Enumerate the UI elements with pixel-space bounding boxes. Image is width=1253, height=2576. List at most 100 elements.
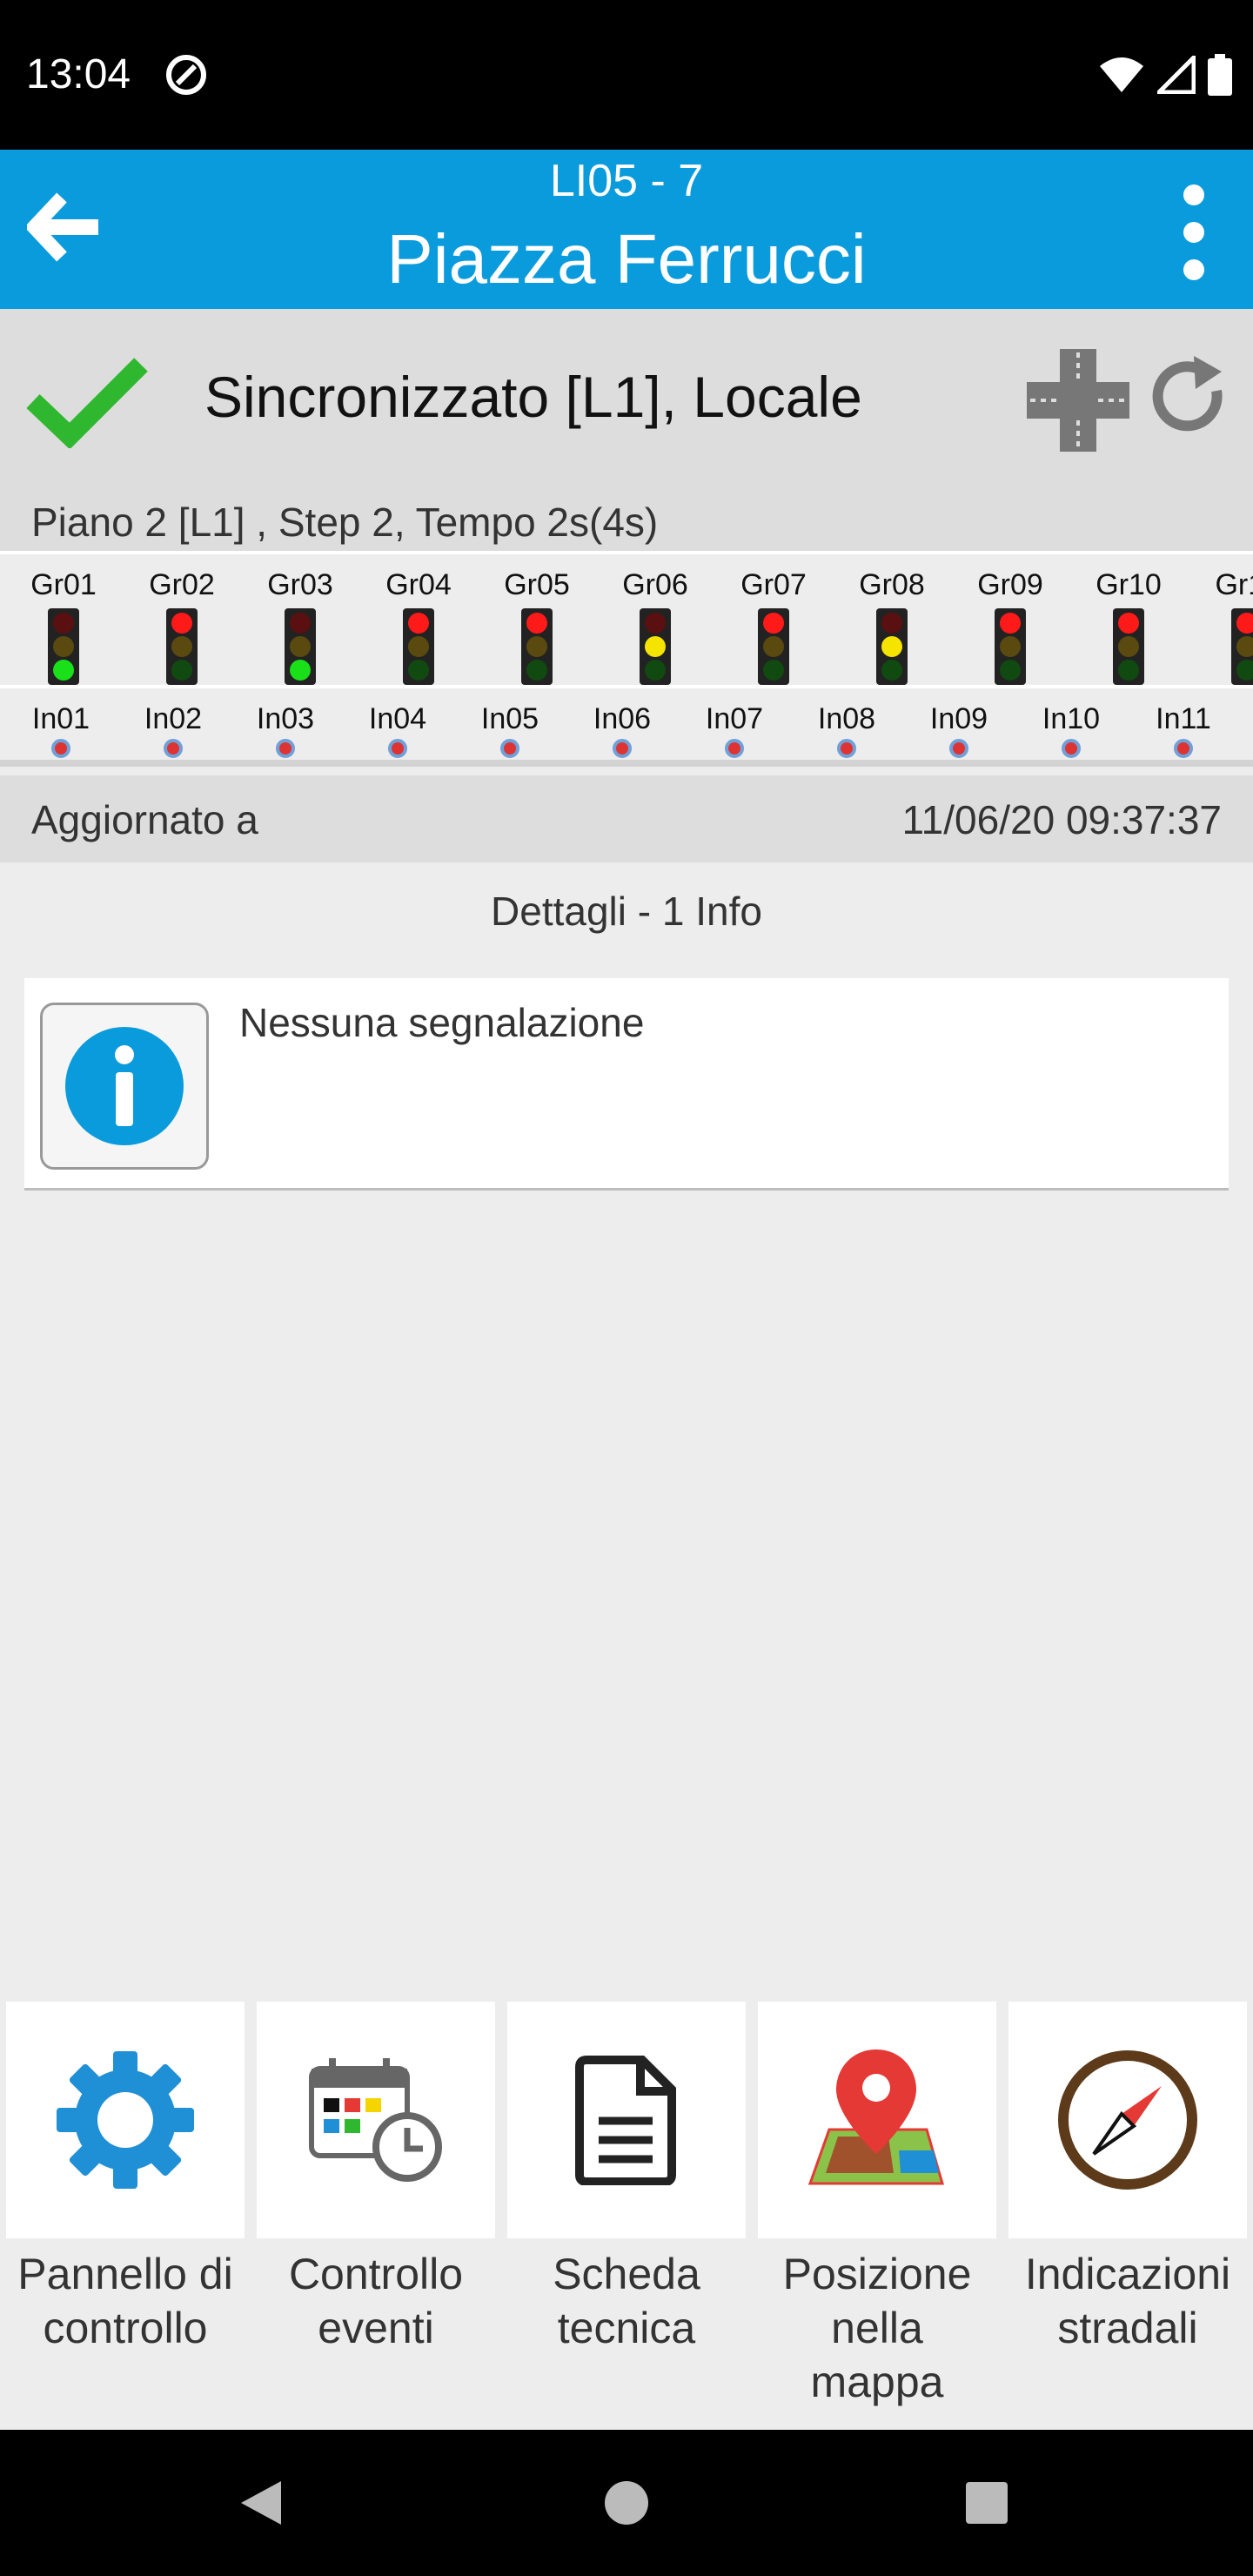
refresh-icon[interactable]: [1150, 354, 1229, 441]
traffic-light-icon: [166, 608, 198, 685]
signal-group[interactable]: Gr06: [596, 568, 714, 685]
nav-recents-button[interactable]: [961, 2477, 1013, 2529]
traffic-light-icon: [1231, 608, 1253, 685]
traffic-light-icon: [995, 608, 1026, 685]
detector-input[interactable]: In03: [226, 702, 345, 758]
detector-input[interactable]: In04: [338, 702, 457, 758]
technical-sheet-tile[interactable]: [507, 2002, 746, 2238]
gear-icon: [57, 2051, 194, 2189]
traffic-light-icon: [521, 608, 553, 685]
detector-input[interactable]: In11: [1124, 702, 1243, 758]
detector-input-label: In02: [144, 702, 203, 735]
map-pin-icon: [807, 2049, 944, 2185]
directions-tile[interactable]: [1008, 2002, 1247, 2238]
traffic-light-green-lamp: [171, 659, 192, 681]
menu-label: mappa: [810, 2358, 944, 2406]
traffic-light-red-lamp: [763, 613, 784, 634]
technical-sheet-button[interactable]: Scheda tecnica: [507, 2002, 746, 2355]
detector-input[interactable]: In07: [675, 702, 794, 758]
signal-group[interactable]: Gr03: [241, 568, 359, 685]
traffic-light-icon: [48, 608, 79, 685]
traffic-light-yellow-lamp: [1118, 635, 1139, 657]
traffic-light-icon: [640, 608, 671, 685]
signal-group[interactable]: Gr01: [4, 568, 123, 685]
wifi-icon: [1100, 57, 1143, 92]
detector-input-label: In03: [256, 702, 315, 735]
signal-icon: [1157, 56, 1196, 94]
traffic-light-red-lamp: [881, 613, 902, 634]
intersection-icon[interactable]: [1027, 349, 1129, 452]
traffic-light-icon: [758, 608, 789, 685]
info-message: Nessuna segnalazione: [239, 1000, 645, 1045]
map-position-tile[interactable]: [758, 2002, 996, 2238]
control-panel-tile[interactable]: [6, 2002, 245, 2238]
updated-row: Aggiornato a 11/06/20 09:37:37: [0, 775, 1253, 862]
directions-button[interactable]: Indicazioni stradali: [1008, 2002, 1247, 2355]
more-dot-icon: [1183, 259, 1204, 280]
bottom-menu: Pannello di controllo Controllo eventi S…: [0, 1998, 1253, 2430]
map-position-button[interactable]: Posizione nella mappa: [758, 2002, 996, 2409]
traffic-light-red-lamp: [1236, 613, 1253, 634]
signal-group-label: Gr08: [859, 568, 925, 601]
traffic-light-yellow-lamp: [1000, 635, 1021, 657]
detector-input[interactable]: In06: [563, 702, 681, 758]
signal-group[interactable]: Gr09: [951, 568, 1069, 685]
document-icon: [575, 2056, 676, 2185]
detector-input[interactable]: In10: [1012, 702, 1130, 758]
events-control-tile[interactable]: [257, 2002, 495, 2238]
signal-group-label: Gr07: [740, 568, 807, 601]
menu-label: stradali: [1057, 2304, 1198, 2352]
signal-group-label: Gr03: [267, 568, 333, 601]
traffic-light-green-lamp: [645, 659, 666, 681]
detector-input[interactable]: In01: [2, 702, 120, 758]
signal-group[interactable]: Gr10: [1069, 568, 1188, 685]
detector-input[interactable]: In08: [787, 702, 906, 758]
detector-input-label: In08: [817, 702, 876, 735]
info-card[interactable]: Nessuna segnalazione: [24, 978, 1229, 1191]
traffic-light-yellow-lamp: [881, 635, 902, 657]
menu-label: Pannello di: [17, 2250, 233, 2298]
signal-group[interactable]: Gr02: [123, 568, 241, 685]
events-control-button[interactable]: Controllo eventi: [257, 2002, 495, 2355]
menu-label: eventi: [318, 2304, 434, 2352]
menu-label: nella: [831, 2304, 923, 2352]
system-icons: [1098, 52, 1232, 97]
traffic-light-icon: [1113, 608, 1144, 685]
signal-groups-strip[interactable]: Gr01 Gr02 Gr03 Gr04 Gr05 Gr06 Gr07 Gr08 Gr09 Gr10…: [0, 551, 1253, 767]
signal-group[interactable]: Gr07: [714, 568, 833, 685]
groups-divider: [0, 685, 1253, 688]
more-dot-icon: [1183, 222, 1204, 243]
detector-input-label: In05: [480, 702, 539, 735]
detector-input[interactable]: In09: [900, 702, 1018, 758]
signal-group[interactable]: Gr05: [478, 568, 596, 685]
detector-dot-icon: [388, 739, 407, 758]
detector-input[interactable]: In05: [451, 702, 569, 758]
detector-input-label: In10: [1042, 702, 1101, 735]
traffic-light-red-lamp: [171, 613, 192, 634]
signal-group[interactable]: Gr04: [359, 568, 478, 685]
traffic-light-yellow-lamp: [1236, 635, 1253, 657]
detector-dot-icon: [613, 739, 632, 758]
nav-back-button[interactable]: [235, 2477, 287, 2529]
detector-input-label: In07: [705, 702, 764, 735]
detector-dot-icon: [276, 739, 295, 758]
traffic-light-yellow-lamp: [763, 635, 784, 657]
signal-group-label: Gr09: [977, 568, 1043, 601]
control-panel-button[interactable]: Pannello di controllo: [6, 2002, 245, 2355]
traffic-light-red-lamp: [408, 613, 429, 634]
traffic-light-icon: [403, 608, 434, 685]
traffic-light-green-lamp: [526, 659, 547, 681]
battery-icon: [1208, 54, 1232, 96]
traffic-light-green-lamp: [290, 659, 311, 681]
signal-group[interactable]: Gr08: [833, 568, 951, 685]
detector-input[interactable]: In02: [114, 702, 232, 758]
signal-group-label: Gr06: [622, 568, 688, 601]
triangle-back-icon: [241, 2481, 281, 2525]
traffic-light-red-lamp: [53, 613, 74, 634]
signal-group[interactable]: Gr11: [1188, 568, 1253, 685]
more-options-button[interactable]: [1169, 184, 1218, 280]
detector-input-label: In09: [929, 702, 988, 735]
nav-home-button[interactable]: [600, 2477, 653, 2529]
detector-dot-icon: [51, 739, 70, 758]
circle-home-icon: [605, 2481, 648, 2525]
